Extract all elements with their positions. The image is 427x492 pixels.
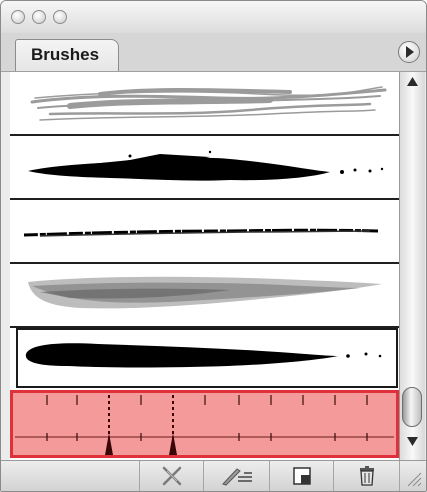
bottom-toolbar	[1, 460, 426, 491]
brush-item-paintbrush-selected[interactable]	[16, 328, 398, 388]
scroll-down-button[interactable]	[400, 432, 425, 452]
zoom-window-button[interactable]	[53, 10, 67, 24]
brushes-panel-window: Brushes	[0, 0, 427, 492]
brush-options-button[interactable]	[203, 461, 269, 491]
close-window-button[interactable]	[11, 10, 25, 24]
tab-brushes-label: Brushes	[31, 45, 100, 64]
scroll-thumb[interactable]	[402, 387, 422, 427]
brush-item-pencil[interactable]	[10, 72, 399, 136]
triangle-right-icon	[406, 46, 414, 58]
arrow-down-icon	[407, 437, 418, 446]
arrow-up-icon	[407, 77, 418, 86]
tab-row: Brushes	[1, 33, 426, 72]
scroll-up-button[interactable]	[400, 72, 425, 92]
delete-brush-icon	[360, 466, 374, 486]
panel-menu-button[interactable]	[398, 41, 420, 63]
remove-brush-stroke-icon	[162, 466, 182, 486]
tab-brushes[interactable]: Brushes	[15, 39, 119, 71]
brush-stroke-preview	[15, 395, 394, 455]
brush-stroke-preview	[30, 86, 387, 121]
brush-stroke-preview	[28, 150, 384, 181]
new-brush-icon	[293, 467, 311, 485]
vertical-scrollbar[interactable]	[399, 72, 425, 460]
title-bar[interactable]	[1, 1, 426, 33]
brush-item-charcoal-thin[interactable]	[10, 200, 399, 264]
brush-item-charcoal-thick[interactable]	[10, 136, 399, 200]
new-brush-button[interactable]	[269, 461, 333, 491]
brush-stroke-preview	[23, 228, 379, 237]
minimize-window-button[interactable]	[32, 10, 46, 24]
brush-item-chalk[interactable]	[10, 264, 399, 328]
remove-brush-stroke-button[interactable]	[139, 461, 203, 491]
resize-grip[interactable]	[399, 461, 426, 491]
brush-item-pattern-highlighted[interactable]	[10, 390, 399, 458]
brush-stroke-preview	[28, 276, 382, 309]
brush-list[interactable]	[10, 72, 399, 460]
brush-options-icon	[222, 468, 252, 486]
resize-grip-icon	[407, 472, 422, 487]
delete-brush-button[interactable]	[333, 461, 399, 491]
brush-stroke-preview	[25, 343, 382, 368]
